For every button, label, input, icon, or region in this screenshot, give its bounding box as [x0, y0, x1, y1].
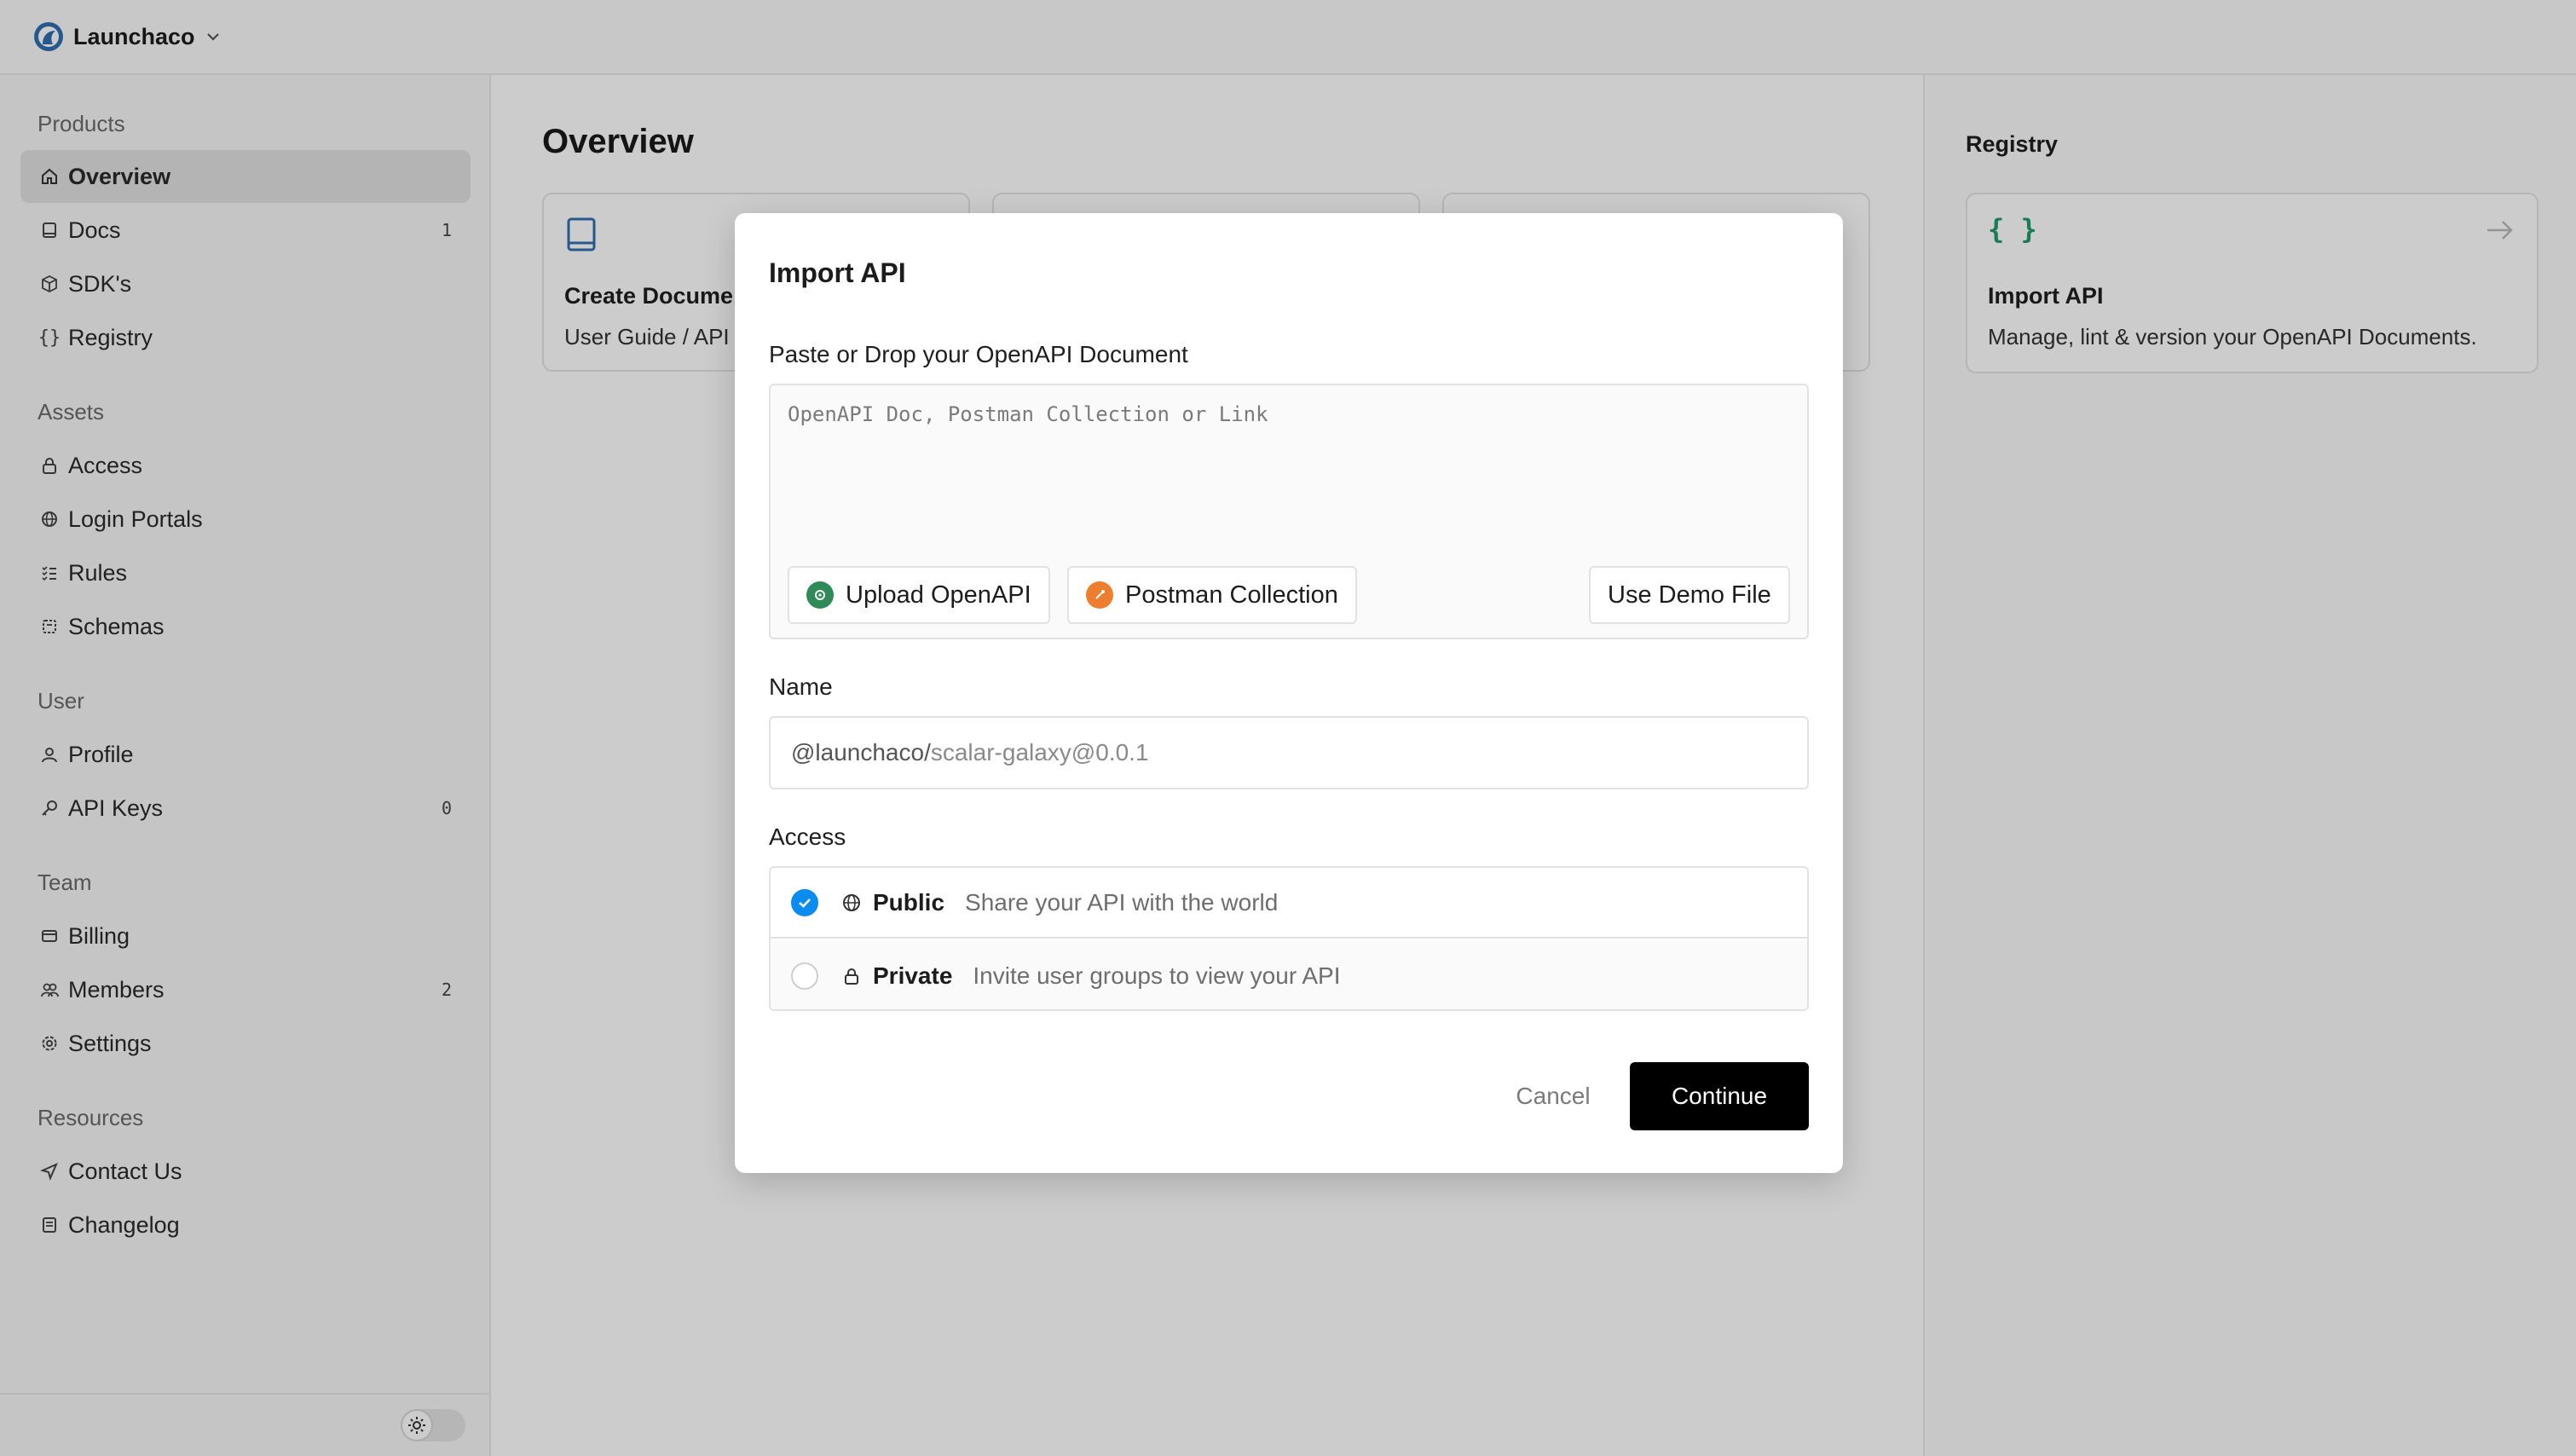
- name-prefix: @launchaco/: [791, 739, 931, 766]
- access-option-description: Invite user groups to view your API: [973, 962, 1341, 989]
- document-drop-zone[interactable]: Upload OpenAPI Postman Collection Use De…: [769, 384, 1809, 639]
- access-option-private[interactable]: Private Invite user groups to view your …: [771, 940, 1807, 1009]
- continue-button[interactable]: Continue: [1630, 1062, 1809, 1130]
- access-options: Public Share your API with the world Pri…: [769, 866, 1809, 1011]
- access-option-label: Private: [873, 962, 953, 989]
- name-label: Name: [769, 673, 833, 700]
- globe-icon: [840, 892, 863, 914]
- modal-title: Import API: [769, 257, 906, 288]
- upload-openapi-button[interactable]: Upload OpenAPI: [788, 566, 1050, 624]
- postman-icon: [1086, 581, 1113, 609]
- lock-icon: [840, 965, 863, 987]
- openapi-icon: [806, 581, 834, 609]
- import-api-modal: Import API Paste or Drop your OpenAPI Do…: [735, 213, 1843, 1173]
- upload-openapi-label: Upload OpenAPI: [846, 581, 1031, 609]
- access-label: Access: [769, 823, 846, 850]
- document-label: Paste or Drop your OpenAPI Document: [769, 341, 1188, 367]
- app-root: Launchaco Products Overview Docs 1 SDK's…: [0, 0, 2576, 1456]
- access-option-public[interactable]: Public Share your API with the world: [771, 868, 1807, 939]
- radio-checked-icon[interactable]: [791, 888, 818, 916]
- access-option-description: Share your API with the world: [965, 888, 1279, 916]
- postman-collection-label: Postman Collection: [1125, 581, 1338, 609]
- access-option-label: Public: [873, 888, 945, 916]
- cancel-button[interactable]: Cancel: [1502, 1062, 1604, 1130]
- name-field[interactable]: @launchaco/ scalar-galaxy@0.0.1: [769, 716, 1809, 789]
- use-demo-file-button[interactable]: Use Demo File: [1589, 566, 1790, 624]
- document-input[interactable]: [788, 402, 1785, 522]
- radio-unchecked-icon[interactable]: [791, 962, 818, 990]
- postman-collection-button[interactable]: Postman Collection: [1067, 566, 1357, 624]
- name-value: scalar-galaxy@0.0.1: [930, 739, 1149, 766]
